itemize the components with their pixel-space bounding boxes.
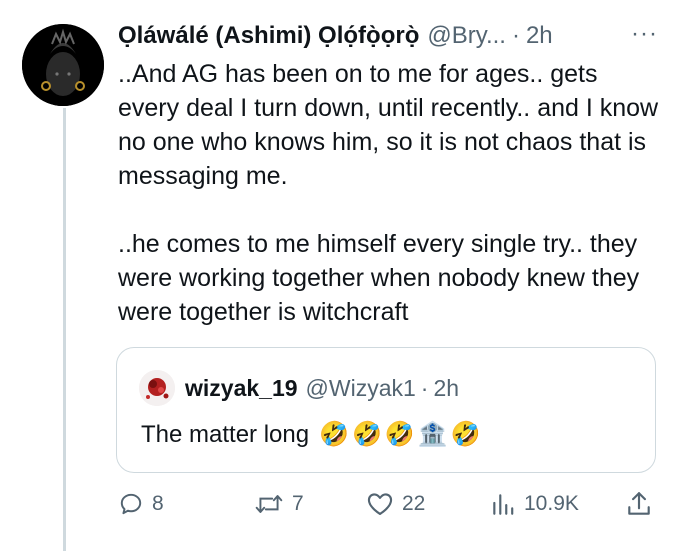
tweet-action-bar: 8 7 22 10.9K xyxy=(118,486,658,522)
share-icon xyxy=(628,492,650,515)
tweet-body: ..And AG has been on to me for ages.. ge… xyxy=(118,57,663,329)
author-handle[interactable]: @Bry... xyxy=(427,22,506,50)
reply-count: 8 xyxy=(152,492,164,515)
views-bar-chart-icon xyxy=(493,494,514,515)
quoted-tweet[interactable]: wizyak_19 @Wizyak1 · 2h The matter long … xyxy=(116,347,656,473)
share-button[interactable] xyxy=(626,486,652,522)
views-count: 10.9K xyxy=(524,492,579,515)
rofl-emoji-icon: 🤣 xyxy=(450,421,481,448)
rofl-emoji-icon: 🤣 xyxy=(351,421,382,448)
separator-dot: · xyxy=(511,22,520,49)
retweet-count: 7 xyxy=(292,492,304,515)
tweet-paragraph: ..And AG has been on to me for ages.. ge… xyxy=(118,60,659,190)
thread-line xyxy=(63,108,66,551)
quoted-author-avatar[interactable] xyxy=(139,370,175,406)
tweet-paragraph: ..he comes to me himself every single tr… xyxy=(118,230,640,326)
retweet-button[interactable]: 7 xyxy=(254,486,304,522)
quoted-tweet-timestamp[interactable]: 2h xyxy=(433,375,459,402)
like-button[interactable]: 22 xyxy=(366,486,425,522)
more-options-icon[interactable]: ··· xyxy=(631,20,658,48)
rofl-emoji-icon: 🤣 xyxy=(319,421,349,448)
quoted-tweet-text: The matter long xyxy=(141,420,310,448)
rofl-emoji-icon: 🤣 xyxy=(384,421,415,448)
bank-emoji-icon: 🏦 xyxy=(417,421,448,448)
reply-icon xyxy=(120,493,142,515)
author-display-name[interactable]: Ọláwálé (Ashimi) Ọlọ́fọ̀ọrọ̀ xyxy=(118,22,419,50)
tweet-timestamp[interactable]: 2h xyxy=(526,22,553,50)
author-avatar-image xyxy=(22,24,104,106)
reply-button[interactable]: 8 xyxy=(118,486,164,522)
like-count: 22 xyxy=(402,492,426,515)
quoted-tweet-header: wizyak_19 @Wizyak1 · 2h xyxy=(139,370,459,406)
retweet-icon xyxy=(255,495,283,513)
emoji-row: 🤣 🤣 🤣 🏦 🤣 xyxy=(319,420,480,449)
author-avatar[interactable] xyxy=(22,24,104,106)
quoted-author-display-name[interactable]: wizyak_19 xyxy=(185,375,298,402)
quoted-avatar-image xyxy=(139,370,175,406)
views-button[interactable]: 10.9K xyxy=(490,486,579,522)
tweet-header: Ọláwálé (Ashimi) Ọlọ́fọ̀ọrọ̀ @Bry... · 2… xyxy=(118,18,658,54)
heart-icon xyxy=(367,493,393,515)
separator-dot: · xyxy=(420,374,429,401)
quoted-author-handle[interactable]: @Wizyak1 xyxy=(306,375,416,402)
quoted-tweet-body: The matter long 🤣 🤣 🤣 🏦 🤣 xyxy=(141,420,481,449)
